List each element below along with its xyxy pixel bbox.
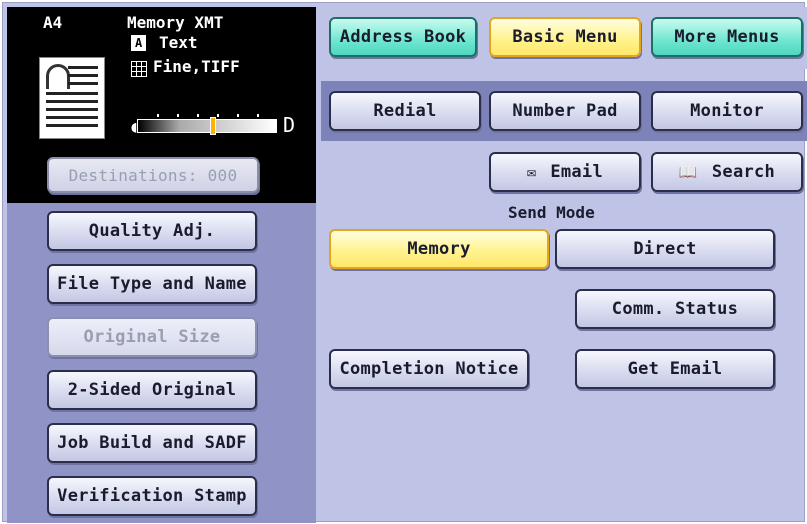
fax-scan-screen: A4 Memory XMT A Text Fine,TIFF ◖ D Desti… <box>2 2 807 523</box>
left-menu-item[interactable]: Quality Adj. <box>47 211 257 251</box>
email-button-label: Email <box>550 162 604 182</box>
status-panel: A4 Memory XMT A Text Fine,TIFF ◖ D Desti… <box>7 7 316 203</box>
left-menu-item[interactable]: 2-Sided Original <box>47 370 257 410</box>
send-mode-memory[interactable]: Memory <box>329 229 549 269</box>
left-menu-panel <box>7 203 316 523</box>
original-type: Text <box>159 33 198 52</box>
envelope-icon: ✉ <box>526 163 537 181</box>
paper-size: A4 <box>43 13 63 32</box>
redial-button[interactable]: Redial <box>329 91 481 131</box>
tab-basic-menu[interactable]: Basic Menu <box>489 17 641 57</box>
original-document-icon <box>39 57 105 139</box>
left-menu-item[interactable]: Job Build and SADF <box>47 423 257 463</box>
left-menu-item[interactable]: File Type and Name <box>47 264 257 304</box>
send-mode-status: Memory XMT <box>127 13 224 32</box>
tab-address-book[interactable]: Address Book <box>329 17 477 57</box>
send-mode-label: Send Mode <box>508 203 595 222</box>
search-button[interactable]: 📖 Search <box>651 152 803 192</box>
email-button[interactable]: ✉ Email <box>489 152 641 192</box>
left-menu-item: Original Size <box>47 317 257 357</box>
resolution-grid-icon <box>131 61 147 77</box>
get-email-button[interactable]: Get Email <box>575 349 775 389</box>
left-menu-item[interactable]: Verification Stamp <box>47 476 257 516</box>
tab-more-menus[interactable]: More Menus <box>651 17 803 57</box>
density-slider <box>137 119 277 133</box>
monitor-button[interactable]: Monitor <box>651 91 803 131</box>
book-icon: 📖 <box>678 163 698 181</box>
contrast-dark-icon: D <box>283 113 296 137</box>
destinations-button: Destinations: 000 <box>47 157 259 193</box>
send-mode-direct[interactable]: Direct <box>555 229 775 269</box>
search-button-label: Search <box>711 162 776 182</box>
density-indicator <box>209 117 216 135</box>
number-pad-button[interactable]: Number Pad <box>489 91 641 131</box>
comm-status-button[interactable]: Comm. Status <box>575 289 775 329</box>
completion-notice-button[interactable]: Completion Notice <box>329 349 529 389</box>
resolution: Fine,TIFF <box>153 57 240 76</box>
original-type-icon: A <box>131 35 147 51</box>
